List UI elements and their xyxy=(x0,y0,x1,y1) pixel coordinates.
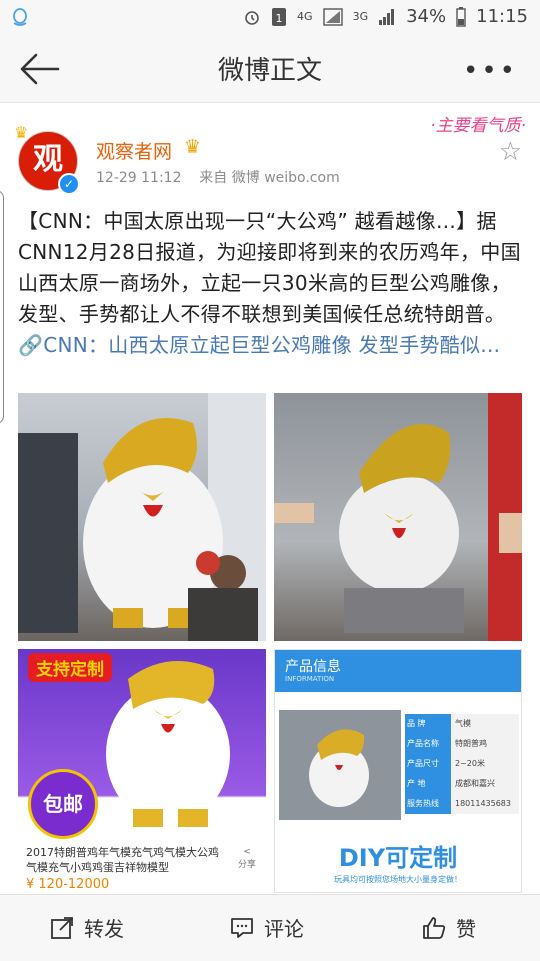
alarm-icon xyxy=(245,10,259,25)
post-date: 12-29 11:12 xyxy=(96,170,182,186)
post-text: 【CNN：中国太原出现一只“大公鸡” 越看越像…】据CNN12月28日报道，为迎… xyxy=(18,206,524,361)
image-rooster-statue-mall[interactable] xyxy=(18,393,266,641)
verified-icon: ✓ xyxy=(58,173,80,195)
post-meta: 12-29 11:12 来自 微博 weibo.com xyxy=(96,167,340,187)
product-description: 2017特朗普鸡年气模充气鸡气模大公鸡气模充气小鸡鸡蛋吉祥物模型 xyxy=(26,846,219,874)
bottom-action-bar: 转发 评论 赞 xyxy=(0,894,540,961)
post-source: 来自 微博 weibo.com xyxy=(199,170,340,186)
card-tag: ·主要看气质· xyxy=(430,116,526,136)
favorite-star-icon[interactable]: ☆ xyxy=(499,137,522,167)
signal-icon-2 xyxy=(379,8,395,25)
repost-label: 转发 xyxy=(84,917,124,941)
svg-text:1: 1 xyxy=(276,12,283,25)
nav-bar: 微博正文 ••• xyxy=(0,36,540,103)
repost-button[interactable]: 转发 xyxy=(50,913,124,942)
image-rooster-statue-closeup[interactable] xyxy=(274,393,522,641)
table-row: 产品尺寸 2~20米 xyxy=(405,754,519,774)
share-icon: < xyxy=(243,847,251,857)
more-options-button[interactable]: ••• xyxy=(463,56,518,86)
post-header: 观 ♛ ✓ 观察者网 ♛ 12-29 11:12 来自 微博 weibo.com… xyxy=(0,103,540,198)
article-link[interactable]: 🔗CNN：山西太原立起巨型公鸡雕像 发型手势酷似... xyxy=(18,333,500,357)
sim-1-icon: 1 xyxy=(272,7,287,26)
crown-icon: ♛ xyxy=(14,123,29,142)
comment-label: 评论 xyxy=(264,917,304,941)
image-grid: 支持定制 包邮 2017特朗普鸡年气模充气鸡气模大公鸡气模充气小鸡鸡蛋吉祥物模型… xyxy=(18,393,522,893)
product-info-subtitle: INFORMATION xyxy=(285,675,335,683)
network-type-1: 4G xyxy=(297,10,313,23)
rooster-statue-illustration xyxy=(18,393,266,641)
product-price: ¥ 120-12000 xyxy=(26,877,110,892)
signal-icon-1 xyxy=(322,7,343,26)
image-product-info[interactable]: 产品信息 INFORMATION 品 牌气模 产品名称 特朗普鸡 产品尺寸 2~20… xyxy=(274,649,522,893)
product-info-title: 产品信息 xyxy=(285,659,341,675)
diy-heading: DIY可定制 xyxy=(338,844,458,872)
customizable-badge: 支持定制 xyxy=(28,653,112,682)
share-label: 分享 xyxy=(237,860,256,870)
network-type-2: 3G xyxy=(352,10,369,23)
side-edge-decoration xyxy=(0,190,4,424)
status-bar: 1 4G 3G 34% 11:15 xyxy=(0,0,540,36)
clock: 11:15 xyxy=(476,6,528,27)
product-info-table: 品 牌气模 产品名称 特朗普鸡 产品尺寸 2~20米 产 地成都和嘉兴 服务热线 18… xyxy=(405,714,519,814)
repost-icon xyxy=(51,916,73,939)
rooster-statue-illustration-2 xyxy=(274,393,522,641)
author-name[interactable]: 观察者网 xyxy=(96,137,172,164)
product-info-header: 产品信息 INFORMATION xyxy=(275,650,521,692)
diy-subtitle: 玩具均可按照您场地大小量身定做！ xyxy=(334,875,462,884)
product-photo-illustration xyxy=(279,710,401,820)
page-title: 微博正文 xyxy=(217,56,322,86)
share-button[interactable]: < 分享 xyxy=(238,847,256,870)
free-shipping-badge: 包邮 xyxy=(28,769,98,839)
comment-button[interactable]: 评论 xyxy=(230,913,304,942)
table-row: 品 牌气模 xyxy=(405,714,519,734)
battery-icon xyxy=(456,6,466,27)
table-row: 产品名称 特朗普鸡 xyxy=(405,734,519,754)
comment-icon xyxy=(231,917,253,938)
table-row: 产 地成都和嘉兴 xyxy=(405,774,519,794)
post-body: 【CNN：中国太原出现一只“大公鸡” 越看越像…】据CNN12月28日报道，为迎… xyxy=(18,209,521,326)
qq-icon xyxy=(13,8,27,26)
thumbs-up-icon xyxy=(423,916,446,939)
like-label: 赞 xyxy=(456,917,476,941)
vip-crown-icon: ♛ xyxy=(184,136,202,158)
image-product-inflatable[interactable]: 支持定制 包邮 2017特朗普鸡年气模充气鸡气模大公鸡气模充气小鸡鸡蛋吉祥物模型… xyxy=(18,649,266,893)
table-row: 服务热线 18011435683 xyxy=(405,794,519,814)
like-button[interactable]: 赞 xyxy=(422,913,476,942)
battery-percent: 34% xyxy=(406,6,447,27)
